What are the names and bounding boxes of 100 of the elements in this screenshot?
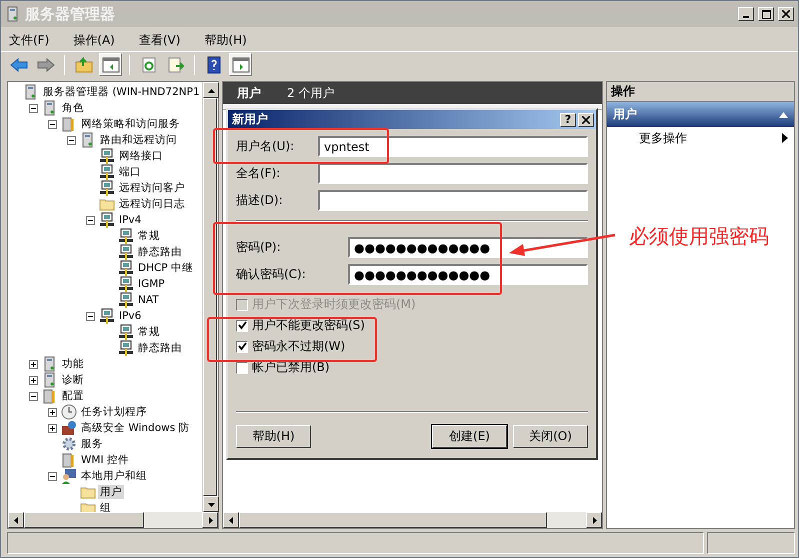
maximize-icon — [762, 10, 770, 18]
checkbox[interactable]: 密码永不过期(W) — [236, 336, 588, 357]
tree-item[interactable]: 静态路由 — [136, 245, 184, 259]
tree-item[interactable]: 任务计划程序 — [79, 405, 149, 419]
forward-arrow-icon[interactable] — [36, 58, 54, 72]
tree-item[interactable]: 配置 — [60, 389, 86, 403]
expand-toggle[interactable] — [48, 120, 57, 128]
check-mark-icon — [238, 321, 246, 330]
tree-item[interactable]: 端口 — [117, 165, 143, 179]
close-button[interactable] — [578, 112, 594, 126]
expand-toggle[interactable] — [29, 392, 38, 400]
minimize-button[interactable] — [738, 7, 754, 21]
tree-item[interactable]: 常规 — [136, 229, 162, 243]
annotation-text: 必须使用强密码 — [629, 223, 769, 250]
right-arrow-icon — [590, 516, 598, 524]
tree-item[interactable]: IPv4 — [117, 214, 144, 226]
maximize-button[interactable] — [758, 7, 774, 21]
tree-item[interactable]: 诊断 — [60, 373, 86, 387]
pane-icon[interactable] — [232, 56, 250, 72]
actions-section[interactable]: 用户 — [607, 102, 794, 127]
expand-toggle[interactable] — [67, 136, 76, 144]
expand-toggle[interactable] — [29, 360, 38, 368]
export-list-icon[interactable] — [166, 56, 184, 72]
menu-item[interactable]: 查看(V) — [138, 32, 180, 48]
expand-toggle[interactable] — [48, 472, 57, 480]
vertical-scrollbar[interactable] — [202, 82, 218, 512]
expand-toggle[interactable] — [86, 216, 95, 224]
gear-icon — [61, 436, 77, 452]
tree-item[interactable]: 远程访问日志 — [117, 197, 187, 211]
window-title: 服务器管理器 — [25, 4, 116, 24]
tree-item[interactable]: IGMP — [136, 278, 167, 290]
tree-item[interactable]: 路由和远程访问 — [98, 133, 179, 147]
check-mark-icon — [238, 342, 246, 351]
tree-item[interactable]: WMI 控件 — [79, 453, 131, 467]
checkbox[interactable]: 帐户已禁用(B) — [236, 357, 588, 378]
clock-icon — [61, 404, 77, 420]
tree-item[interactable]: NAT — [136, 294, 161, 306]
field-label: 全名(F): — [236, 165, 282, 182]
users-icon — [61, 468, 77, 484]
field-label: 确认密码(C): — [236, 266, 307, 283]
close-button[interactable] — [778, 7, 794, 21]
tree-item[interactable]: 常规 — [136, 325, 162, 339]
tree-item[interactable]: 服务 — [79, 437, 105, 451]
close-icon — [782, 10, 790, 18]
computer-icon — [118, 292, 134, 308]
expand-toggle[interactable] — [29, 376, 38, 384]
tree-item[interactable]: DHCP 中继 — [136, 261, 195, 275]
computer-icon — [99, 164, 115, 180]
expand-toggle[interactable] — [29, 104, 38, 112]
help-button[interactable]: ? — [560, 112, 576, 126]
text-field[interactable]: vpntest — [318, 136, 588, 157]
section-title: 用户 — [613, 106, 637, 123]
checkbox[interactable]: 用户不能更改密码(S) — [236, 315, 588, 336]
tree-item[interactable]: 静态路由 — [136, 341, 184, 355]
password-field[interactable]: ●●●●●●●●●●●●● — [348, 264, 588, 285]
action-label: 更多操作 — [639, 130, 687, 146]
tree-item[interactable]: 网络接口 — [117, 149, 165, 163]
up-arrow-icon — [208, 86, 214, 94]
refresh-icon[interactable] — [140, 56, 156, 72]
computer-icon — [99, 212, 115, 228]
pane-icon[interactable] — [102, 56, 120, 72]
computer-icon — [118, 340, 134, 356]
tree-item[interactable]: 用户 — [98, 485, 124, 499]
brick-wall-icon — [61, 420, 77, 436]
expand-toggle[interactable] — [48, 408, 57, 416]
expand-toggle[interactable] — [48, 424, 57, 432]
action-item[interactable]: 更多操作 — [607, 127, 794, 149]
text-field[interactable] — [318, 190, 588, 211]
tree-item[interactable]: 网络策略和访问服务 — [79, 117, 182, 131]
horizontal-scrollbar[interactable] — [8, 512, 218, 528]
down-arrow-icon — [208, 500, 214, 508]
expand-toggle[interactable] — [86, 312, 95, 320]
tree-item[interactable]: 远程访问客户 — [117, 181, 187, 195]
text-field[interactable] — [318, 163, 588, 184]
tree-item[interactable]: IPv6 — [117, 310, 144, 322]
field-label: 密码(P): — [236, 239, 282, 256]
tree-item[interactable]: 高级安全 Windows 防 — [79, 421, 192, 435]
submenu-arrow-icon — [782, 133, 788, 143]
right-arrow-icon — [206, 516, 214, 524]
horizontal-scrollbar[interactable] — [223, 512, 602, 528]
dialog-button[interactable]: 创建(E) — [432, 425, 507, 448]
tree-item[interactable]: 本地用户和组 — [79, 469, 149, 483]
help-book-icon[interactable] — [206, 56, 220, 74]
tree-item[interactable]: 服务器管理器 (WIN-HND72NP1 — [41, 85, 202, 99]
password-field[interactable]: ●●●●●●●●●●●●● — [348, 237, 588, 258]
menu-item[interactable]: 文件(F) — [9, 32, 50, 48]
field-label: 用户名(U): — [236, 138, 296, 155]
dialog-button[interactable]: 关闭(O) — [513, 425, 588, 448]
menu-item[interactable]: 操作(A) — [73, 32, 115, 48]
back-arrow-icon[interactable] — [10, 58, 28, 72]
tree-item[interactable]: 角色 — [60, 101, 86, 115]
computer-icon — [118, 244, 134, 260]
computer-icon — [118, 276, 134, 292]
dialog-title: 新用户 — [232, 111, 269, 128]
tree-item[interactable]: 组 — [98, 501, 113, 512]
dialog-button[interactable]: 帮助(H) — [236, 425, 311, 448]
menu-item[interactable]: 帮助(H) — [204, 32, 247, 48]
computer-icon — [118, 228, 134, 244]
tree-item[interactable]: 功能 — [60, 357, 86, 371]
computer-icon — [99, 308, 115, 324]
